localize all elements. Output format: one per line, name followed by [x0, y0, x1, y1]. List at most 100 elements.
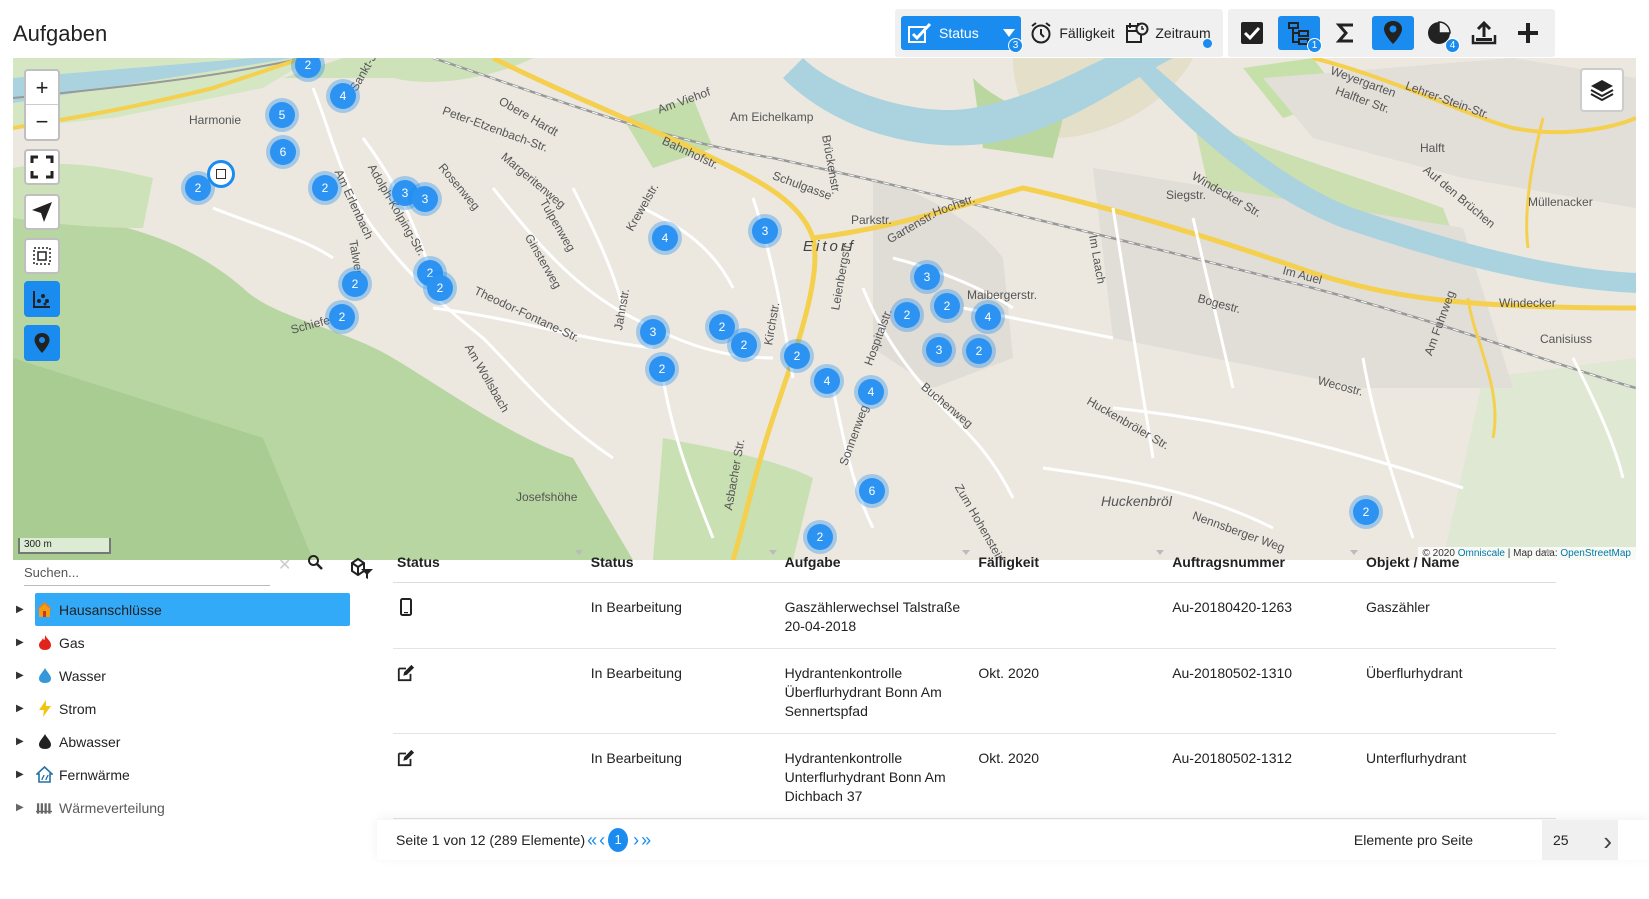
- tree-item-content[interactable]: Fernwärme: [35, 758, 138, 791]
- map-cluster[interactable]: 2: [423, 271, 457, 305]
- tree-item[interactable]: ▶ Wärmeverteilung: [13, 791, 353, 824]
- last-page-button[interactable]: »: [641, 830, 651, 851]
- map-street-label: Josefshöhe: [516, 490, 578, 504]
- table-row[interactable]: In Bearbeitung Hydrantenkontrolle Überflur…: [393, 649, 1556, 734]
- caret-right-icon[interactable]: ▶: [16, 802, 26, 813]
- map-cluster[interactable]: 4: [854, 375, 888, 409]
- map-cluster[interactable]: 5: [265, 98, 299, 132]
- caret-right-icon[interactable]: ▶: [16, 604, 26, 615]
- search-input[interactable]: [24, 560, 270, 584]
- add-button[interactable]: [1510, 16, 1546, 50]
- current-page-indicator[interactable]: 1: [608, 828, 629, 852]
- map-cluster[interactable]: 4: [971, 300, 1005, 334]
- map-cluster[interactable]: 2: [325, 300, 359, 334]
- table-row[interactable]: In Bearbeitung Hydrantenkontrolle Unterflu…: [393, 734, 1556, 819]
- openstreetmap-link[interactable]: OpenStreetMap: [1560, 548, 1631, 559]
- chart-button[interactable]: 4: [1422, 16, 1460, 53]
- first-page-button[interactable]: «: [587, 830, 597, 851]
- next-page-button[interactable]: ›: [633, 830, 639, 851]
- marker-toggle-button[interactable]: [24, 325, 60, 361]
- tree-item-content[interactable]: Hausanschlüsse: [35, 593, 350, 626]
- cluster-toggle-button[interactable]: [24, 281, 60, 317]
- zoom-out-button[interactable]: −: [26, 105, 58, 139]
- faelligkeit-filter-label: Fälligkeit: [1059, 25, 1115, 41]
- category-tree: ▶ Hausanschlüsse ▶ Gas ▶ Wasser ▶ Strom ▶ Abwasse…: [13, 593, 353, 824]
- selected-location-marker[interactable]: [207, 160, 235, 188]
- caret-right-icon[interactable]: ▶: [16, 703, 26, 714]
- column-header[interactable]: Status: [587, 548, 781, 582]
- tree-item[interactable]: ▶ Wasser: [13, 659, 353, 692]
- tree-item-content[interactable]: Abwasser: [35, 725, 128, 758]
- map-cluster[interactable]: 2: [338, 267, 372, 301]
- layers-button[interactable]: [1580, 68, 1624, 112]
- map-street-label: Halft: [1420, 141, 1445, 155]
- map-cluster[interactable]: 2: [727, 328, 761, 362]
- tree-item[interactable]: ▶ Gas: [13, 626, 353, 659]
- map-cluster[interactable]: 4: [648, 221, 682, 255]
- table-row[interactable]: In Bearbeitung Gaszählerwechsel Talstraße…: [393, 583, 1556, 649]
- tree-item-content[interactable]: Wasser: [35, 659, 114, 692]
- zeitraum-filter-button[interactable]: Zeitraum: [1123, 16, 1213, 50]
- clear-search-icon[interactable]: ✕: [278, 555, 291, 575]
- box-select-button[interactable]: [24, 238, 60, 274]
- tree-item[interactable]: ▶ Fernwärme: [13, 758, 353, 791]
- hierarchy-button[interactable]: 1: [1278, 16, 1322, 53]
- select-all-button[interactable]: [1234, 16, 1270, 50]
- map-cluster[interactable]: 3: [922, 333, 956, 367]
- map-pin-icon: [34, 333, 50, 353]
- sum-button[interactable]: [1328, 16, 1364, 50]
- column-header[interactable]: Auftragsnummer: [1168, 548, 1362, 582]
- map-cluster[interactable]: 3: [748, 214, 782, 248]
- map-cluster[interactable]: 3: [636, 315, 670, 349]
- object-cell: Gaszähler: [1365, 599, 1430, 615]
- tree-item-content[interactable]: Strom: [35, 692, 104, 725]
- map-cluster[interactable]: 6: [855, 474, 889, 508]
- status-icon-cell: [393, 583, 587, 648]
- fullscreen-button[interactable]: [24, 149, 60, 185]
- tree-item-content[interactable]: Wärmeverteilung: [35, 791, 173, 824]
- map-cluster[interactable]: 4: [810, 364, 844, 398]
- cluster-count: 3: [752, 218, 778, 244]
- map-cluster[interactable]: 4: [326, 79, 360, 113]
- caret-right-icon[interactable]: ▶: [16, 769, 26, 780]
- tree-item[interactable]: ▶ Abwasser: [13, 725, 353, 758]
- map-cluster[interactable]: 2: [308, 171, 342, 205]
- prev-page-button[interactable]: ‹: [599, 830, 605, 851]
- district-heating-icon: [36, 766, 53, 783]
- column-header[interactable]: Objekt / Name: [1362, 548, 1556, 582]
- map-view[interactable]: Harmonie Eitorf Huckenbröl Josefshöhe Bahnho…: [13, 58, 1636, 560]
- caret-right-icon[interactable]: ▶: [16, 736, 26, 747]
- column-header[interactable]: Status: [393, 548, 587, 582]
- tree-item-content[interactable]: Gas: [35, 626, 93, 659]
- locate-button[interactable]: [24, 194, 60, 230]
- per-page-value: 25: [1553, 832, 1569, 848]
- search-icon[interactable]: [307, 554, 323, 570]
- status-filter-button[interactable]: Status 3: [901, 16, 1023, 53]
- map-cluster[interactable]: 2: [780, 339, 814, 373]
- zoom-in-button[interactable]: +: [26, 71, 58, 105]
- map-street-label: Am Eichelkamp: [730, 110, 814, 124]
- faelligkeit-filter-button[interactable]: Fälligkeit: [1029, 16, 1115, 50]
- map-cluster[interactable]: 2: [645, 352, 679, 386]
- map-toggle-button[interactable]: [1372, 16, 1414, 50]
- column-header[interactable]: Aufgabe: [781, 548, 975, 582]
- column-header[interactable]: Fälligkeit: [974, 548, 1168, 582]
- chevron-right-icon[interactable]: ›: [1603, 826, 1612, 857]
- tree-item[interactable]: ▶ Hausanschlüsse: [13, 593, 353, 626]
- export-button[interactable]: [1466, 16, 1502, 50]
- caret-right-icon[interactable]: ▶: [16, 637, 26, 648]
- map-cluster[interactable]: 3: [408, 182, 442, 216]
- per-page-select[interactable]: 25 ›: [1542, 820, 1618, 860]
- cluster-count: 3: [640, 319, 666, 345]
- map-cluster[interactable]: 2: [962, 334, 996, 368]
- map-cluster[interactable]: 6: [266, 135, 300, 169]
- map-cluster[interactable]: 2: [1349, 495, 1383, 529]
- map-street-label: Siegstr.: [1166, 188, 1207, 202]
- map-cluster[interactable]: 3: [910, 260, 944, 294]
- chevron-down-icon[interactable]: [1002, 29, 1015, 37]
- map-cluster[interactable]: 2: [890, 298, 924, 332]
- tree-filter-icon[interactable]: [349, 557, 375, 581]
- map-cluster[interactable]: 2: [930, 289, 964, 323]
- tree-item[interactable]: ▶ Strom: [13, 692, 353, 725]
- caret-right-icon[interactable]: ▶: [16, 670, 26, 681]
